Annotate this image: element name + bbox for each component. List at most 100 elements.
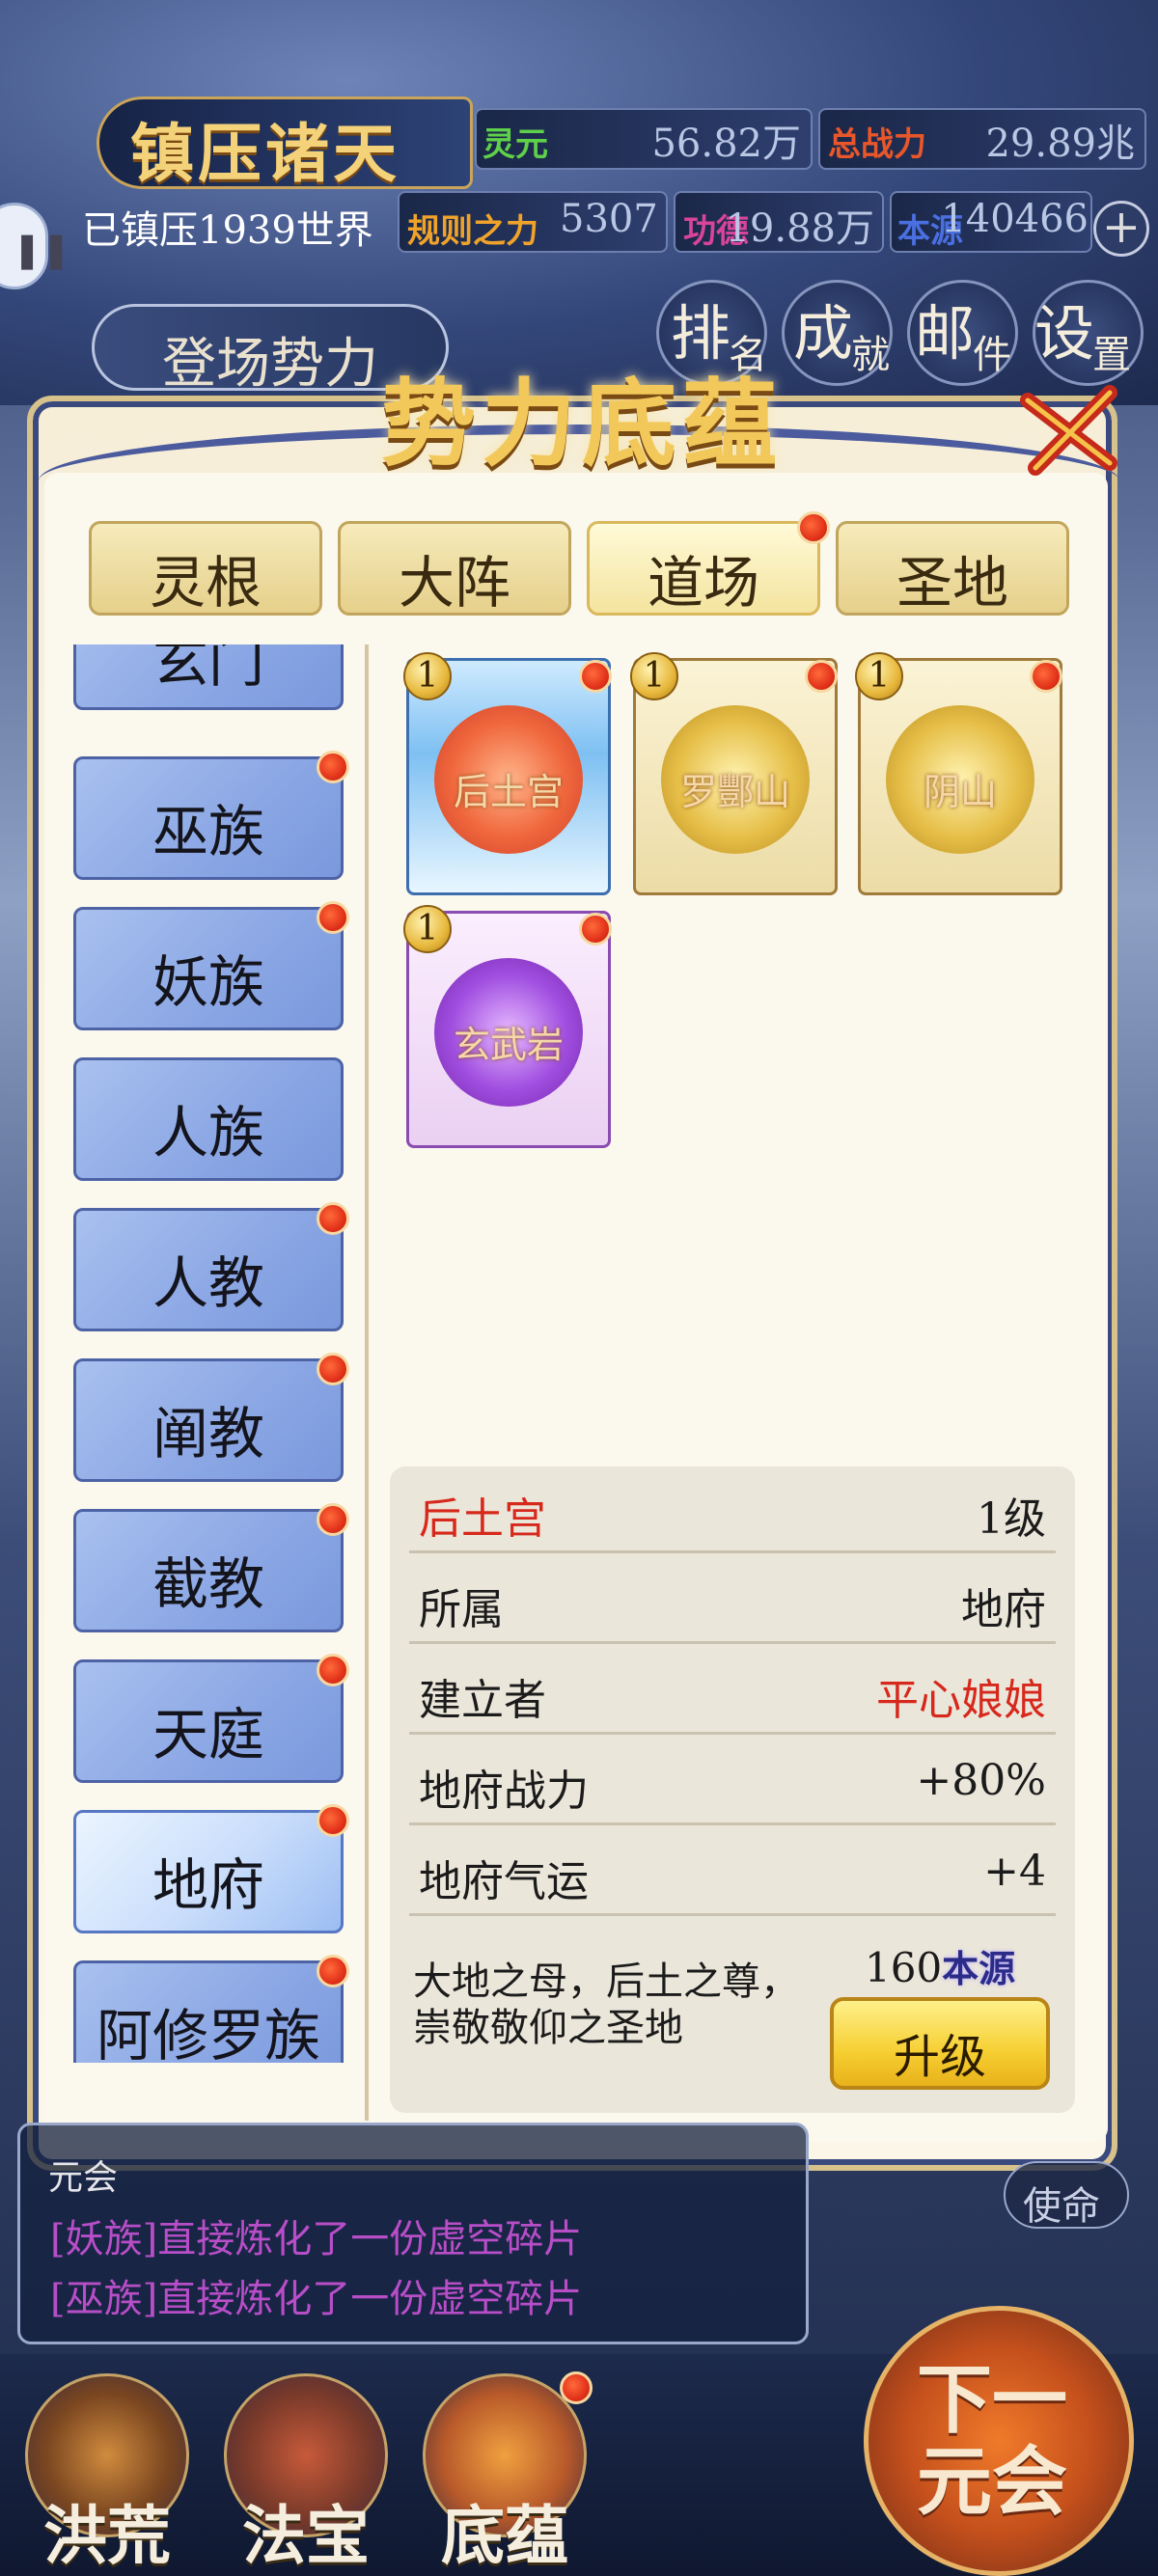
cost-amount: 160 xyxy=(865,1944,943,1991)
list-item-label: 人教 xyxy=(152,1250,264,1316)
merit-value: 19.88万 xyxy=(725,206,874,251)
detail-row-power: 地府战力 +80% xyxy=(409,1739,1056,1825)
tab-daochang-label: 道场 xyxy=(647,550,759,616)
detail-description: 大地之母，后土之尊， 崇敬敬仰之圣地 xyxy=(413,1959,818,2051)
tab-shengdi-label: 圣地 xyxy=(896,550,1008,616)
rule-value: 5307 xyxy=(560,197,658,241)
notification-dot xyxy=(579,913,612,945)
list-item-label: 玄门 xyxy=(152,644,264,695)
card-name: 阴山 xyxy=(923,771,997,813)
panel-title: 势力底蕴 xyxy=(381,369,784,480)
upgrade-button-label: 升级 xyxy=(893,2030,986,2084)
notification-dot xyxy=(317,1353,349,1385)
detail-row-faction: 所属 地府 xyxy=(409,1557,1056,1644)
list-item-label: 阿修罗族 xyxy=(96,2003,320,2063)
achievement-small-char: 就 xyxy=(851,333,890,377)
list-item-tianting[interactable]: 天庭 xyxy=(73,1659,344,1783)
list-item-label: 阐教 xyxy=(152,1401,264,1466)
list-item-label: 天庭 xyxy=(152,1702,264,1768)
log-header: 元会 xyxy=(48,2158,119,2198)
detail-title-row: 后土宫 1级 xyxy=(409,1466,1056,1553)
card-name: 后土宫 xyxy=(453,771,564,813)
notification-dot xyxy=(317,1804,349,1837)
nav-fabao[interactable]: 法宝 xyxy=(214,2373,398,2573)
nav-honghuang[interactable]: 洪荒 xyxy=(15,2373,199,2573)
pause-icon: ❚❚ xyxy=(13,231,71,270)
mission-label: 使命 xyxy=(1023,2184,1100,2229)
detail-row-label: 地府气运 xyxy=(419,1857,589,1906)
detail-row-label: 地府战力 xyxy=(419,1767,589,1816)
card-name: 罗酆山 xyxy=(679,771,790,813)
notification-dot xyxy=(579,660,612,693)
mission-button[interactable]: 使命 xyxy=(1004,2161,1129,2229)
notification-dot xyxy=(805,660,838,693)
notification-dot xyxy=(317,1654,349,1686)
notification-dot xyxy=(560,2371,593,2404)
list-item-label: 巫族 xyxy=(152,799,264,864)
list-item-yaozu[interactable]: 妖族 xyxy=(73,907,344,1030)
lingyuan-value: 56.82万 xyxy=(651,122,801,166)
list-item-renzu[interactable]: 人族 xyxy=(73,1057,344,1181)
settings-small-char: 置 xyxy=(1092,333,1131,377)
log-line: [妖族]直接炼化了一份虚空碎片 xyxy=(50,2217,583,2261)
level-badge: 1 xyxy=(855,652,903,700)
faction-list[interactable]: 玄门 巫族 妖族 人族 人教 阐教 截教 天庭 地府 阿修罗族 xyxy=(68,644,357,2063)
tab-dazhen-label: 大阵 xyxy=(398,550,510,616)
level-badge: 1 xyxy=(403,652,452,700)
rule-label: 规则之力 xyxy=(407,212,538,251)
mail-big-char: 邮 xyxy=(915,298,976,369)
detail-panel: 后土宫 1级 所属 地府 建立者 平心娘娘 地府战力 +80% 地府气运 +4 … xyxy=(390,1466,1075,2113)
nav-label: 法宝 xyxy=(242,2498,370,2573)
mail-small-char: 件 xyxy=(973,333,1011,377)
achievement-big-char: 成 xyxy=(793,298,854,369)
detail-row-value: 地府 xyxy=(961,1585,1046,1634)
list-item-renjiao[interactable]: 人教 xyxy=(73,1208,344,1331)
detail-row-value: +4 xyxy=(983,1847,1046,1896)
notification-dot xyxy=(317,1503,349,1536)
side-menu-button[interactable]: ❚❚ xyxy=(0,203,70,289)
tab-daochang[interactable]: 道场 xyxy=(587,521,820,616)
tab-dazhen[interactable]: 大阵 xyxy=(338,521,571,616)
level-badge: 1 xyxy=(630,652,678,700)
tab-linggen-label: 灵根 xyxy=(149,550,262,616)
world-count: 已镇压1939世界 xyxy=(82,208,373,253)
close-icon[interactable] xyxy=(1018,381,1124,478)
detail-row-label: 所属 xyxy=(419,1585,504,1634)
game-title: 镇压诸天 xyxy=(130,116,400,191)
notification-dot xyxy=(317,901,349,934)
log-line: [巫族]直接炼化了一份虚空碎片 xyxy=(50,2277,583,2321)
lingyuan-label: 灵元 xyxy=(482,125,548,164)
list-divider xyxy=(365,644,369,2121)
detail-name: 后土宫 xyxy=(419,1494,546,1544)
detail-row-luck: 地府气运 +4 xyxy=(409,1829,1056,1916)
card-name: 玄武岩 xyxy=(453,1024,564,1066)
list-item-axiuluozu[interactable]: 阿修罗族 xyxy=(73,1960,344,2063)
detail-level: 1级 xyxy=(977,1494,1046,1544)
notification-dot xyxy=(317,1202,349,1235)
nav-label: 洪荒 xyxy=(43,2498,171,2573)
list-item-wuzu[interactable]: 巫族 xyxy=(73,756,344,880)
detail-row-value: +80% xyxy=(916,1756,1046,1805)
notification-dot xyxy=(317,1955,349,1987)
detail-row-founder: 建立者 平心娘娘 xyxy=(409,1648,1056,1735)
next-era-line2: 元会 xyxy=(917,2438,1068,2526)
nav-label: 底蕴 xyxy=(441,2498,568,2573)
list-item-xuanmen[interactable]: 玄门 xyxy=(73,644,344,710)
description-line: 崇敬敬仰之圣地 xyxy=(413,2006,683,2050)
tab-shengdi[interactable]: 圣地 xyxy=(836,521,1069,616)
upgrade-cost: 160本源 xyxy=(865,1939,1015,1992)
detail-row-value: 平心娘娘 xyxy=(876,1676,1046,1725)
list-item-label: 截教 xyxy=(152,1551,264,1617)
list-item-chanjiao[interactable]: 阐教 xyxy=(73,1358,344,1482)
settings-big-char: 设 xyxy=(1034,298,1095,369)
add-source-button[interactable]: + xyxy=(1093,201,1149,257)
description-line: 大地之母，后土之尊， xyxy=(413,1959,799,2004)
cost-currency: 本源 xyxy=(942,1947,1016,1990)
upgrade-button[interactable]: 升级 xyxy=(830,1997,1050,2090)
tab-linggen[interactable]: 灵根 xyxy=(89,521,322,616)
list-item-label: 妖族 xyxy=(152,949,264,1015)
list-item-jiejiao[interactable]: 截教 xyxy=(73,1509,344,1632)
notification-dot xyxy=(1030,660,1062,693)
list-item-difu[interactable]: 地府 xyxy=(73,1810,344,1933)
list-item-label: 人族 xyxy=(152,1100,264,1165)
